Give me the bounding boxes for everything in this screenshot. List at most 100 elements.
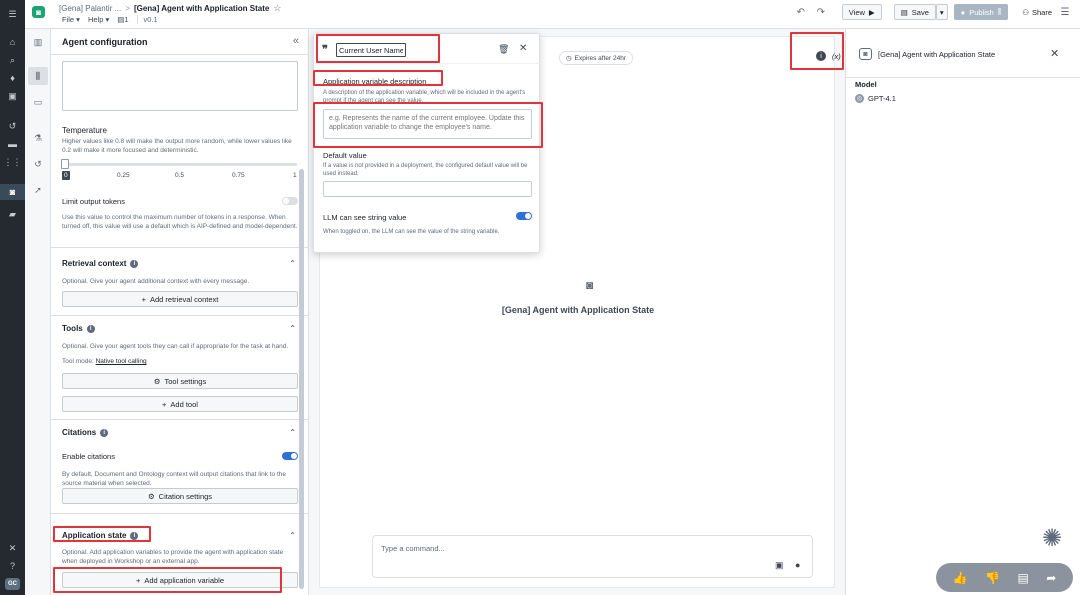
deploy-icon[interactable]: ➚ <box>28 181 48 199</box>
model-value: ◎ GPT-4.1 <box>855 94 896 103</box>
folder-icon[interactable]: ▬ <box>0 136 25 152</box>
add-tool-button[interactable]: + Add tool <box>62 396 298 412</box>
close-icon[interactable]: ✕ <box>519 43 527 54</box>
play-icon: ▶ <box>868 7 875 17</box>
layout-icon[interactable]: ▥ <box>28 33 48 51</box>
agent-studio-icon[interactable]: ◙ <box>0 184 25 200</box>
share-arrow-icon[interactable]: ➦ <box>1046 571 1056 585</box>
chevron-up-icon[interactable]: ⌃ <box>289 428 296 437</box>
page-title: [Gena] Agent with Application State <box>133 4 270 13</box>
app-header: ◙ [Gena] Palantir ... > [Gena] Agent wit… <box>25 0 1080 29</box>
redo-icon[interactable]: ↷ <box>814 7 828 18</box>
chat-icon[interactable]: ▭ <box>28 93 48 111</box>
tool-strip: ▥ ⫼ ▭ ⚗ ↺ ➚ <box>25 29 51 595</box>
save-options-button[interactable]: ▾ <box>935 4 948 20</box>
config-scrollbar[interactable] <box>299 169 304 589</box>
info-icon[interactable]: i <box>816 51 826 61</box>
favorite-star-icon[interactable]: ☆ <box>273 3 281 14</box>
llm-visibility-help: When toggled on, the LLM can see the val… <box>323 229 500 235</box>
variables-button[interactable]: (x) <box>832 52 841 61</box>
home-icon[interactable]: ⌂ <box>0 34 25 50</box>
enable-citations-label: Enable citations <box>62 452 115 461</box>
popover-divider <box>314 63 541 64</box>
clock-icon: ◷ <box>566 55 572 62</box>
variable-description-input[interactable] <box>323 109 532 139</box>
view-button[interactable]: View ▶ <box>841 4 882 20</box>
apps-badge-icon[interactable]: ▣ <box>0 88 25 104</box>
search-icon[interactable]: ⌕ <box>0 52 25 68</box>
add-application-variable-button[interactable]: + Add application variable <box>62 572 298 588</box>
gear-icon: ⚙ <box>153 376 161 386</box>
chevron-up-icon[interactable]: ⌃ <box>289 324 296 333</box>
evaluation-icon[interactable]: ⚗ <box>28 129 48 147</box>
agent-bot-icon: ◙ <box>586 278 594 292</box>
chat-toolbar: i (x) <box>816 51 841 61</box>
limit-tokens-description: Use this value to control the maximum nu… <box>62 214 298 230</box>
section-divider <box>51 315 308 316</box>
share-button[interactable]: ⚇ Share <box>1022 8 1052 17</box>
command-input[interactable]: Type a command... <box>381 544 445 553</box>
tick-label: 0 <box>62 171 70 180</box>
variable-name-input[interactable] <box>336 43 406 57</box>
comment-icon[interactable]: ▤ <box>1017 571 1028 585</box>
model-icon: ◎ <box>855 94 864 103</box>
limit-tokens-toggle[interactable] <box>282 197 298 205</box>
undo-icon[interactable]: ↶ <box>794 7 808 18</box>
microphone-icon[interactable]: ● <box>795 560 800 570</box>
temperature-slider-handle[interactable] <box>61 159 69 169</box>
thumbs-down-icon[interactable]: 👎 <box>985 571 1000 585</box>
list-icon[interactable]: ☰ <box>1058 7 1072 18</box>
breadcrumb-parent[interactable]: [Gena] Palantir ... <box>59 4 121 13</box>
help-icon[interactable]: ? <box>0 558 25 574</box>
grid-icon[interactable]: ⋮⋮ <box>0 154 25 170</box>
string-variable-icon: ❞ <box>322 44 328 56</box>
tool-settings-button[interactable]: ⚙ Tool settings <box>62 373 298 389</box>
section-divider <box>51 513 308 514</box>
menu-file[interactable]: File ▾ <box>62 15 80 24</box>
save-button[interactable]: ▤ Save <box>893 4 936 20</box>
add-retrieval-context-button[interactable]: + Add retrieval context <box>62 291 298 307</box>
tool-mode-link[interactable]: Native tool calling <box>96 358 147 365</box>
application-state-description: Optional. Add application variables to p… <box>62 549 284 565</box>
llm-visibility-toggle[interactable] <box>516 212 532 220</box>
citations-description: By default, Document and Ontology contex… <box>62 471 287 487</box>
history-icon[interactable]: ↺ <box>28 155 48 173</box>
version-label: v0.1 <box>136 15 158 24</box>
menu-icon[interactable]: ☰ <box>0 6 25 22</box>
llm-visibility-label: LLM can see string value <box>323 213 407 222</box>
info-icon[interactable]: i <box>86 324 95 333</box>
chevron-up-icon[interactable]: ⌃ <box>289 259 296 268</box>
feedback-bar: 👍 👎 ▤ ➦ <box>936 563 1073 592</box>
temperature-slider[interactable] <box>65 163 297 166</box>
default-value-label: Default value <box>323 151 367 160</box>
system-prompt-input[interactable] <box>62 61 298 111</box>
tool-mode: Tool mode: Native tool calling <box>62 358 147 365</box>
command-composer[interactable]: Type a command... ▣ ● <box>372 535 813 578</box>
chevron-up-icon[interactable]: ⌃ <box>289 531 296 540</box>
application-variable-popover: ❞ 🗑 ✕ Application variable description A… <box>313 33 541 253</box>
publish-button[interactable]: ● Publish ⫼ <box>953 4 1009 20</box>
files-icon[interactable]: ▰ <box>0 206 25 222</box>
thumbs-up-icon[interactable]: 👍 <box>953 571 968 585</box>
enable-citations-toggle[interactable] <box>282 452 298 460</box>
notifications-icon[interactable]: ♦ <box>0 70 25 86</box>
info-icon[interactable]: i <box>130 531 139 540</box>
close-icon[interactable]: ✕ <box>1050 47 1059 60</box>
loading-spinner-icon: ✺ <box>1042 525 1063 552</box>
citation-settings-button[interactable]: ⚙ Citation settings <box>62 488 298 504</box>
collapse-panel-icon[interactable]: « <box>293 35 299 47</box>
image-icon[interactable]: ▣ <box>775 560 784 571</box>
tick-label: 0.25 <box>117 172 130 179</box>
default-value-input[interactable] <box>323 181 532 197</box>
info-icon[interactable]: i <box>130 259 139 268</box>
history-icon[interactable]: ↺ <box>0 118 25 134</box>
trash-icon[interactable]: 🗑 <box>498 44 509 55</box>
workspace-icon[interactable]: ✕ <box>0 540 25 556</box>
user-avatar[interactable]: GC <box>5 578 20 590</box>
menu-bar: File ▾ Help ▾ ▤1 v0.1 <box>62 15 158 24</box>
configuration-sliders-icon[interactable]: ⫼ <box>28 67 48 85</box>
info-icon[interactable]: i <box>100 428 109 437</box>
tick-label: 0.75 <box>232 172 245 179</box>
menu-help[interactable]: Help ▾ <box>88 15 109 24</box>
header-actions: ↶ ↷ View ▶ ▤ Save ▾ ● Publish ⫼ ⚇ Share ☰ <box>794 4 1072 20</box>
